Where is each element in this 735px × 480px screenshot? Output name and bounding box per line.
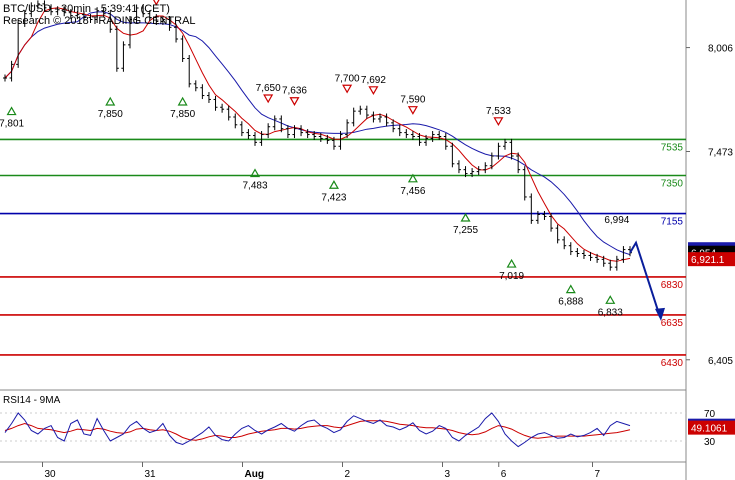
trough-label: 7,255	[453, 225, 478, 236]
x-tick-label: 30	[45, 469, 57, 480]
x-tick-label: Aug	[245, 469, 264, 480]
rsi-tick-label: 70	[704, 409, 716, 420]
x-tick-label: 3	[445, 469, 451, 480]
peak-label: 7,636	[282, 86, 307, 97]
x-tick-label: 6	[501, 469, 507, 480]
trough-label: 7,850	[98, 109, 123, 120]
y-tick-label: 8,006	[708, 44, 733, 55]
trough-label: 7,423	[321, 192, 346, 203]
x-tick-label: 31	[145, 469, 157, 480]
level-label: 7350	[661, 179, 684, 190]
chart-copyright: Research © 2018 TRADING CENTRAL	[3, 15, 196, 27]
peak-label: 7,590	[400, 95, 425, 106]
y-tick-label: 6,405	[708, 356, 733, 367]
trough-label: 7,801	[0, 119, 25, 130]
peak-label: 7,692	[361, 75, 386, 86]
level-label: 7535	[661, 142, 684, 153]
x-tick-label: 7	[595, 469, 601, 480]
chart-title: BTC/USD - 30min - 5:39:41 (CET)	[3, 3, 170, 15]
level-label: 7155	[661, 217, 684, 228]
trough-label: 6,888	[558, 297, 583, 308]
level-label: 6830	[661, 280, 684, 291]
trough-label: 6,833	[598, 307, 623, 318]
price-badges: 6,972.076,9546,921.1	[688, 242, 735, 267]
price-badge-label: 6,921.1	[691, 255, 725, 266]
peak-label: 7,700	[335, 73, 360, 84]
trough-label: 7,019	[499, 271, 524, 282]
chart-background	[0, 0, 735, 480]
rsi-panel-title: RSI14 - 9MA	[3, 395, 61, 406]
price-chart: 753573507155683066356430 8,27?8,1958,209…	[0, 0, 735, 480]
level-label: 6635	[661, 318, 684, 329]
level-label: 6430	[661, 358, 684, 369]
peak-label: 6,994	[604, 215, 629, 226]
x-tick-label: 2	[345, 469, 351, 480]
peak-label: 7,650	[256, 83, 281, 94]
trough-label: 7,483	[242, 181, 267, 192]
y-tick-label: 7,473	[708, 148, 733, 159]
rsi-badge-label: 49.1061	[691, 424, 728, 435]
rsi-tick-label: 30	[704, 437, 716, 448]
trough-label: 7,456	[400, 186, 425, 197]
peak-label: 7,533	[486, 106, 511, 117]
trough-label: 7,850	[170, 109, 195, 120]
